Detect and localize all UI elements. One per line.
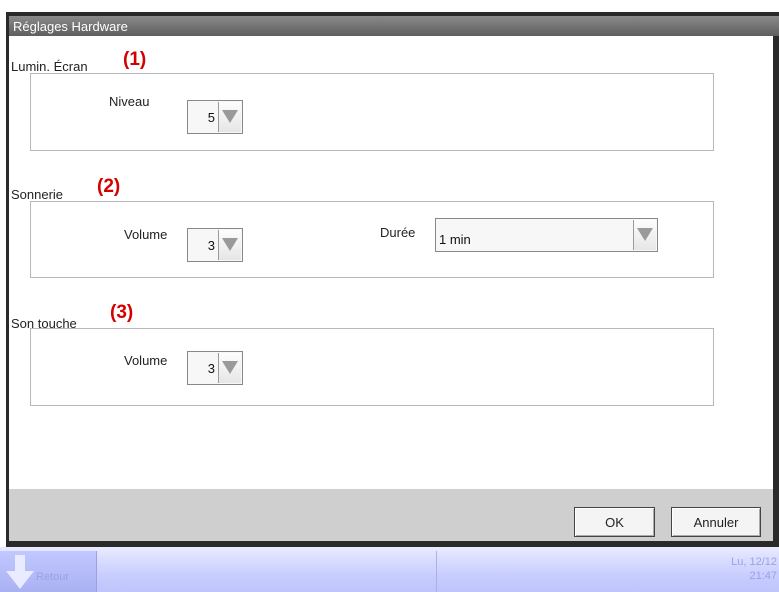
level-value: 5 <box>207 110 215 125</box>
settings-panel: Lumin. Écran (1) Niveau 5 Sonnerie (2) V… <box>9 36 773 489</box>
ringtone-volume-dropdown[interactable]: 3 <box>187 228 243 262</box>
ringtone-marker: (2) <box>97 176 121 197</box>
key-sound-volume-value: 3 <box>207 361 215 376</box>
title-bar: Réglages Hardware <box>9 16 779 36</box>
level-dropdown-button[interactable] <box>218 102 241 132</box>
clock: Lu, 12/12 21:47 <box>731 555 777 583</box>
back-label: Retour <box>36 571 70 583</box>
arrow-down-icon <box>6 555 34 589</box>
triangle-down-icon <box>637 228 653 241</box>
duration-value: 1 min <box>439 232 471 247</box>
window-title: Réglages Hardware <box>13 19 128 34</box>
duration-label: Durée <box>380 225 416 240</box>
ringtone-volume-value: 3 <box>207 238 215 253</box>
key-sound-group: Volume 3 <box>30 328 714 406</box>
triangle-down-icon <box>222 361 238 374</box>
key-sound-volume-dropdown-button[interactable] <box>218 353 241 383</box>
brightness-section-label: Lumin. Écran <box>11 59 88 74</box>
dialog-footer: OK Annuler <box>9 489 773 541</box>
triangle-down-icon <box>222 238 238 251</box>
triangle-down-icon <box>222 110 238 123</box>
key-sound-volume-dropdown[interactable]: 3 <box>187 351 243 385</box>
duration-dropdown-button[interactable] <box>633 220 656 250</box>
ok-button[interactable]: OK <box>574 507 655 537</box>
level-dropdown[interactable]: 5 <box>187 100 243 134</box>
key-sound-marker: (3) <box>110 302 134 323</box>
ringtone-volume-dropdown-button[interactable] <box>218 230 241 260</box>
ringtone-volume-label: Volume <box>124 227 168 242</box>
clock-date: Lu, 12/12 <box>731 556 777 568</box>
ringtone-section-label: Sonnerie <box>11 187 64 202</box>
taskbar-divider <box>436 551 437 592</box>
ringtone-group: Volume 3 Durée 1 min <box>30 201 714 278</box>
brightness-marker: (1) <box>123 49 147 70</box>
back-button[interactable]: Retour <box>0 551 97 592</box>
taskbar: Retour Lu, 12/12 21:47 <box>0 547 779 592</box>
brightness-group: Niveau 5 <box>30 73 714 151</box>
duration-dropdown[interactable]: 1 min <box>435 218 658 252</box>
cancel-button[interactable]: Annuler <box>671 507 761 537</box>
level-label: Niveau <box>109 94 150 109</box>
clock-time: 21:47 <box>749 570 777 582</box>
key-sound-volume-label: Volume <box>124 353 168 368</box>
